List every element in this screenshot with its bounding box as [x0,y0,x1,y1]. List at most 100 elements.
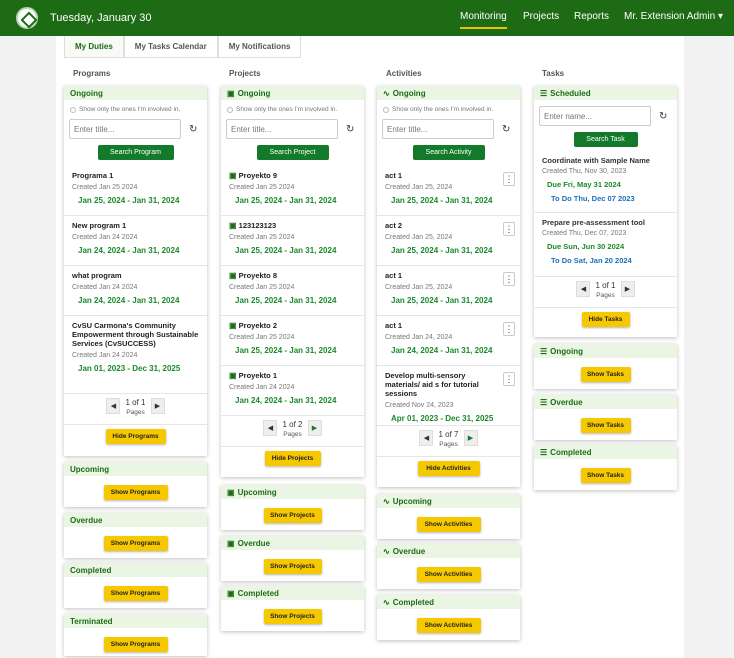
more-options-icon[interactable]: ⋮ [503,322,515,336]
projects-overdue-section: ▣ Overdue Show Projects [221,536,364,581]
section-header[interactable]: Completed [64,563,207,577]
search-project-button[interactable]: Search Project [256,145,329,160]
search-task-button[interactable]: Search Task [573,132,638,147]
section-header[interactable]: ∿ Completed [377,595,520,609]
list-item[interactable]: ▣ Proyekto 8 Created Jan 25 2024 Jan 25, 2… [221,266,364,316]
program-title-input[interactable]: Enter title... [69,119,181,139]
list-item[interactable]: ▣ 123123123 Created Jan 25 2024 Jan 25, 20… [221,216,364,266]
list-item[interactable]: act 1 Created Jan 25, 2024 Jan 25, 2024 - … [377,166,520,216]
list-item[interactable]: CvSU Carmona's Community Empowerment thr… [64,316,207,394]
list-item[interactable]: act 2 Created Jan 25, 2024 Jan 25, 2024 - … [377,216,520,266]
section-title: Upcoming [392,496,432,506]
section-header[interactable]: ▣ Ongoing [221,86,364,100]
tab-my-duties[interactable]: My Duties [64,36,124,58]
show-activities-button[interactable]: Show Activities [416,567,481,582]
hide-projects-button[interactable]: Hide Projects [264,451,321,466]
next-page-button[interactable]: ▶ [150,398,165,414]
hide-programs-button[interactable]: Hide Programs [105,429,166,444]
show-tasks-button[interactable]: Show Tasks [580,367,631,382]
prev-page-button[interactable]: ◀ [576,281,591,297]
refresh-icon[interactable]: ↻ [346,124,354,135]
next-page-button[interactable]: ▶ [307,420,322,436]
more-options-icon[interactable]: ⋮ [503,222,515,236]
show-tasks-button[interactable]: Show Tasks [580,418,631,433]
logo-icon[interactable] [16,7,38,29]
section-header[interactable]: Ongoing [64,86,207,100]
prev-page-button[interactable]: ◀ [419,430,434,446]
section-header[interactable]: ∿ Ongoing [377,86,520,100]
project-icon: ▣ [229,171,237,180]
show-projects-button[interactable]: Show Projects [263,559,322,574]
refresh-icon[interactable]: ↻ [502,124,510,135]
section-header[interactable]: ▣ Upcoming [221,485,364,499]
nav-projects[interactable]: Projects [523,11,559,22]
list-item[interactable]: New program 1 Created Jan 24 2024 Jan 24, … [64,216,207,266]
refresh-icon[interactable]: ↻ [659,111,667,122]
section-header[interactable]: ▣ Completed [221,586,364,600]
search-activity-button[interactable]: Search Activity [412,145,485,160]
more-options-icon[interactable]: ⋮ [503,272,515,286]
section-header[interactable]: ☰ Ongoing [534,344,677,358]
section-header[interactable]: ▣ Overdue [221,536,364,550]
item-created: Created Jan 24 2024 [72,284,138,291]
show-projects-button[interactable]: Show Projects [263,609,322,624]
projects-completed-section: ▣ Completed Show Projects [221,586,364,631]
hide-activities-button[interactable]: Hide Activities [417,461,480,476]
section-header[interactable]: ☰ Completed [534,445,677,459]
list-item[interactable]: act 1 Created Jan 24, 2024 Jan 24, 2024 - … [377,316,520,366]
show-programs-button[interactable]: Show Programs [103,637,168,652]
nav-monitoring[interactable]: Monitoring [460,11,507,29]
show-tasks-button[interactable]: Show Tasks [580,468,631,483]
list-item[interactable]: ▣ Proyekto 1 Created Jan 24 2024 Jan 24, 2… [221,366,364,416]
show-activities-button[interactable]: Show Activities [416,618,481,633]
section-header[interactable]: Overdue [64,513,207,527]
involved-filter[interactable]: Show only the ones I'm involved in. [227,106,364,113]
next-page-button[interactable]: ▶ [620,281,635,297]
show-programs-button[interactable]: Show Programs [103,536,168,551]
task-item[interactable]: Coordinate with Sample Name Created Thu, … [534,151,677,213]
activity-title-input[interactable]: Enter title... [382,119,494,139]
item-title-text: 123123123 [238,221,277,230]
list-item[interactable]: what program Created Jan 24 2024 Jan 24, 2… [64,266,207,316]
hide-tasks-button[interactable]: Hide Tasks [581,312,630,327]
section-header[interactable]: ☰ Overdue [534,395,677,409]
list-item[interactable]: ▣ Proyekto 9 Created Jan 25 2024 Jan 25, 2… [221,166,364,216]
involved-filter[interactable]: Show only the ones I'm involved in. [383,106,520,113]
prev-page-button[interactable]: ◀ [106,398,121,414]
section-header[interactable]: ☰ Scheduled [534,86,677,100]
section-header[interactable]: Terminated [64,614,207,628]
section-title: Ongoing [70,88,103,98]
list-item[interactable]: act 1 Created Jan 25, 2024 Jan 25, 2024 - … [377,266,520,316]
section-header[interactable]: ∿ Overdue [377,544,520,558]
item-created: Created Jan 25, 2024 [385,234,453,241]
caret-down-icon: ▾ [717,11,723,22]
tab-my-tasks-calendar[interactable]: My Tasks Calendar [123,36,218,58]
show-projects-button[interactable]: Show Projects [263,508,322,523]
section-header[interactable]: ∿ Upcoming [377,494,520,508]
item-title: Develop multi-sensory materials/ aid s f… [385,371,479,398]
item-dates: Jan 25, 2024 - Jan 31, 2024 [235,246,337,255]
show-programs-button[interactable]: Show Programs [103,485,168,500]
tab-my-notifications[interactable]: My Notifications [217,36,302,58]
task-name-input[interactable]: Enter name... [539,106,651,126]
next-page-button[interactable]: ▶ [463,430,478,446]
list-item[interactable]: Programa 1 Created Jan 25 2024 Jan 25, 202… [64,166,207,216]
search-program-button[interactable]: Search Program [97,145,174,160]
section-header[interactable]: Upcoming [64,462,207,476]
nav-user-menu[interactable]: Mr. Extension Admin ▾ [624,11,723,22]
tasks-heading: Tasks [542,69,565,78]
show-programs-button[interactable]: Show Programs [103,586,168,601]
item-title-text: Proyekto 2 [238,321,278,330]
show-activities-button[interactable]: Show Activities [416,517,481,532]
prev-page-button[interactable]: ◀ [263,420,278,436]
project-title-input[interactable]: Enter title... [226,119,338,139]
refresh-icon[interactable]: ↻ [189,124,197,135]
involved-filter[interactable]: Show only the ones I'm involved in. [70,106,207,113]
list-item[interactable]: Develop multi-sensory materials/ aid s f… [377,366,520,426]
more-options-icon[interactable]: ⋮ [503,172,515,186]
nav-reports[interactable]: Reports [574,11,609,22]
current-date: Tuesday, January 30 [50,12,152,24]
task-item[interactable]: Prepare pre-assessment tool Created Thu, … [534,213,677,277]
more-options-icon[interactable]: ⋮ [503,372,515,386]
list-item[interactable]: ▣ Proyekto 2 Created Jan 25 2024 Jan 25, 2… [221,316,364,366]
